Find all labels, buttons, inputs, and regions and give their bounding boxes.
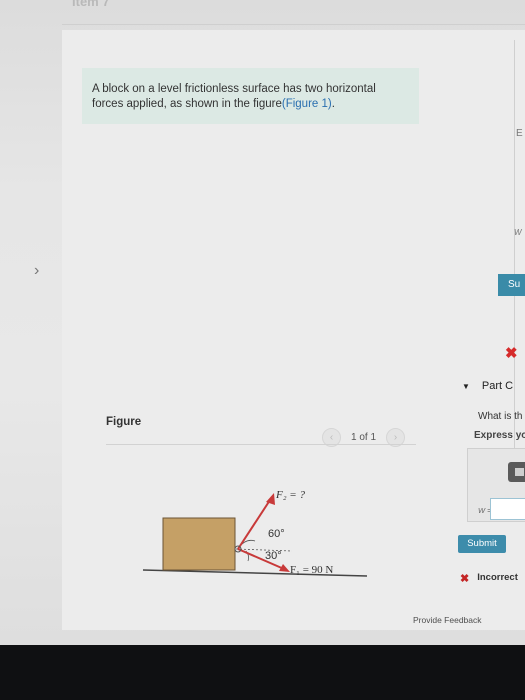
provide-feedback-link[interactable]: Provide Feedback — [413, 615, 482, 625]
f1-label: F₁ = 90 N — [290, 564, 333, 576]
w-input-field[interactable] — [490, 498, 525, 520]
incorrect-label: Incorrect — [477, 572, 518, 583]
dark-footer — [0, 645, 525, 700]
incorrect-x-small-icon: ✖ — [460, 573, 470, 585]
express-instruction: Express yo — [474, 430, 525, 441]
f2-label: F₂ = ? — [275, 489, 305, 501]
template-icon[interactable] — [508, 462, 525, 482]
part-c-header[interactable]: ▼ Part C — [462, 380, 513, 392]
caret-down-icon: ▼ — [462, 381, 470, 391]
incorrect-status: ✖ Incorrect — [460, 572, 518, 585]
ground-line — [142, 569, 368, 577]
f2-arrow-shaft — [237, 496, 273, 550]
answer-panel-edge — [514, 40, 525, 460]
submit-button[interactable]: Submit — [458, 535, 506, 553]
right-edge-text-e: E — [516, 128, 523, 139]
force-diagram: F₂ = ? 60° 30° F₁ = 90 N — [142, 489, 368, 577]
block — [162, 517, 236, 571]
page-background: Item 7 › A block on a level frictionless… — [0, 0, 525, 645]
incorrect-x-icon: ✖ — [505, 345, 518, 362]
angle-60-label: 60° — [268, 528, 285, 540]
submit-button-partial[interactable]: Su — [498, 274, 525, 296]
angle-30-label: 30° — [265, 550, 282, 562]
part-c-label: Part C — [481, 380, 514, 392]
question-text: What is th — [478, 411, 523, 422]
right-edge-text-w: W — [514, 228, 522, 237]
